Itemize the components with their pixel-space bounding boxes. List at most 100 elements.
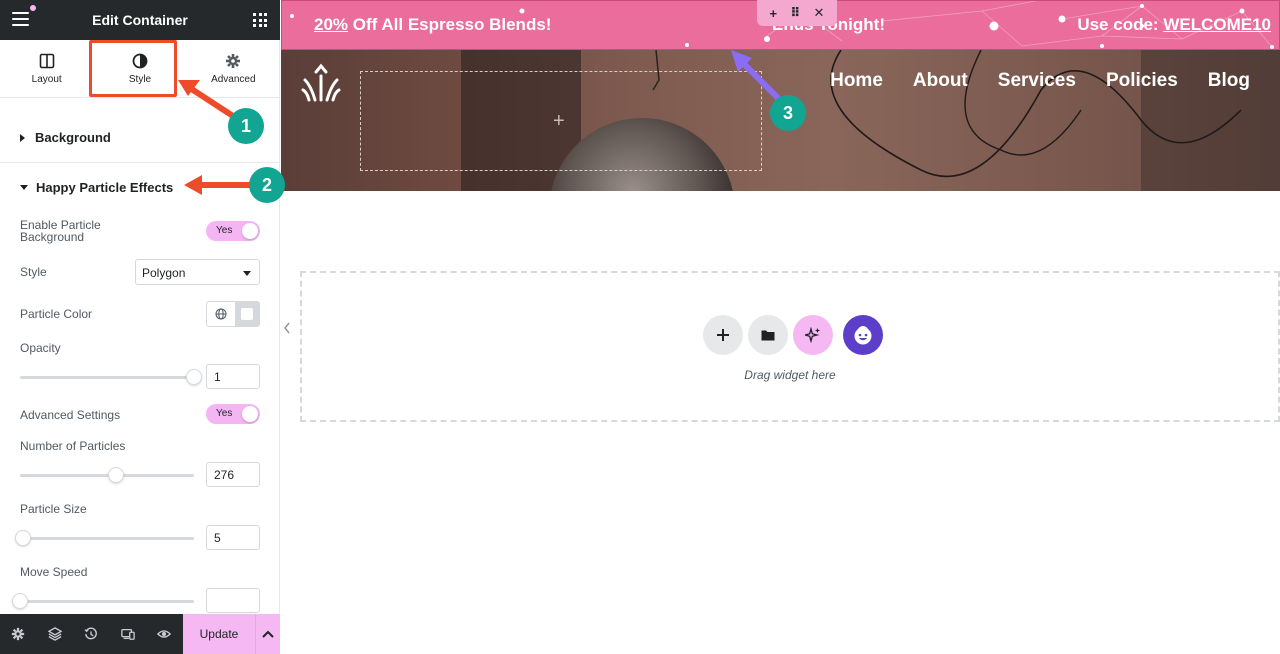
nav-blog[interactable]: Blog xyxy=(1208,70,1250,92)
empty-container-placeholder[interactable]: + xyxy=(360,71,762,171)
slider-track xyxy=(20,600,194,603)
history-icon xyxy=(84,627,98,640)
slider-thumb[interactable] xyxy=(15,530,32,546)
happy-face-icon xyxy=(854,326,872,345)
update-button[interactable]: Update xyxy=(183,614,255,654)
layers-icon xyxy=(47,627,62,641)
number-of-particles-input[interactable] xyxy=(206,462,260,487)
sparkles-icon xyxy=(805,327,820,343)
eye-icon xyxy=(157,630,172,638)
move-speed-label: Move Speed xyxy=(20,565,88,579)
swatch-white xyxy=(241,308,253,320)
delete-container-icon[interactable]: ✕ xyxy=(814,5,825,21)
style-select[interactable]: Polygon xyxy=(135,259,260,285)
half-circle-icon xyxy=(132,53,148,68)
nav-about[interactable]: About xyxy=(913,70,968,92)
globe-icon xyxy=(215,308,227,320)
slider-track xyxy=(20,376,194,379)
caret-down-icon xyxy=(20,184,28,190)
annotation-badge-1: 1 xyxy=(228,108,264,144)
ai-generate-button[interactable] xyxy=(793,315,833,355)
editor-panel: Edit Container Layout Style Advanced Bac… xyxy=(0,0,280,654)
promo-offer: Off All Espresso Blends! xyxy=(348,15,552,34)
slider-thumb[interactable] xyxy=(186,369,202,385)
panel-title: Edit Container xyxy=(92,12,188,28)
opacity-label: Opacity xyxy=(20,341,61,355)
layout-icon xyxy=(39,53,54,68)
enable-particle-label: Enable Particle Background xyxy=(20,218,101,244)
slider-track xyxy=(20,537,194,540)
responsive-icon xyxy=(120,628,135,640)
number-of-particles-label: Number of Particles xyxy=(20,439,126,453)
widget-drop-zone[interactable]: Drag widget here xyxy=(300,271,1280,422)
caret-right-icon xyxy=(20,133,25,142)
section-particles-title: Happy Particle Effects xyxy=(36,179,174,195)
annotation-badge-3: 3 xyxy=(770,95,806,131)
main-navigation: Home About Services Policies Blog xyxy=(830,70,1250,92)
particle-size-slider[interactable] xyxy=(15,528,194,548)
tab-advanced[interactable]: Advanced xyxy=(187,40,280,97)
responsive-mode-button[interactable] xyxy=(110,614,147,654)
particle-color-control xyxy=(206,301,260,327)
enable-particle-toggle-text: Yes xyxy=(216,225,233,236)
add-element-plus-icon[interactable]: + xyxy=(553,110,565,133)
history-button[interactable] xyxy=(73,614,110,654)
nav-services[interactable]: Services xyxy=(998,70,1076,92)
promo-discount-text: 20% Off All Espresso Blends! xyxy=(314,15,551,35)
drag-handle-icon[interactable]: ⠿ xyxy=(790,5,800,21)
section-happy-particle-effects[interactable]: Happy Particle Effects xyxy=(0,162,280,212)
nav-home[interactable]: Home xyxy=(830,70,883,92)
site-logo-icon[interactable] xyxy=(301,62,341,102)
slider-thumb[interactable] xyxy=(12,593,28,609)
gear-icon xyxy=(12,627,25,641)
enable-particle-toggle[interactable]: Yes xyxy=(206,221,260,241)
chevron-left-icon xyxy=(284,322,290,334)
promo-code-prefix: Use code: xyxy=(1077,15,1164,34)
tab-style[interactable]: Style xyxy=(93,40,186,97)
move-speed-slider[interactable] xyxy=(12,591,194,611)
opacity-slider[interactable] xyxy=(20,367,202,387)
particle-color-label: Particle Color xyxy=(20,307,93,321)
chevron-up-icon xyxy=(262,630,274,638)
drag-widget-hint: Drag widget here xyxy=(744,368,836,382)
promo-percent[interactable]: 20% xyxy=(314,15,348,34)
container-handle-toolbar: + ⠿ ✕ xyxy=(757,0,837,26)
add-element-icon[interactable]: + xyxy=(770,6,778,21)
global-colors-button[interactable] xyxy=(207,302,235,326)
folder-icon xyxy=(761,330,775,341)
style-label: Style xyxy=(20,265,47,279)
toggle-knob xyxy=(242,406,258,422)
collapse-panel-handle[interactable] xyxy=(280,314,294,342)
hamburger-menu-icon[interactable] xyxy=(12,12,29,26)
number-of-particles-slider[interactable] xyxy=(20,465,194,485)
dropdown-arrow-icon xyxy=(243,271,251,276)
particle-size-label: Particle Size xyxy=(20,502,87,516)
widgets-grid-icon[interactable] xyxy=(253,13,267,27)
style-select-value: Polygon xyxy=(142,266,186,280)
add-template-button[interactable] xyxy=(748,315,788,355)
happy-addons-templates-button[interactable] xyxy=(843,315,883,355)
panel-header: Edit Container xyxy=(0,0,280,40)
promo-code-text: Use code: WELCOME10 xyxy=(1077,15,1271,35)
opacity-input[interactable] xyxy=(206,364,260,389)
preview-button[interactable] xyxy=(146,614,183,654)
settings-button[interactable] xyxy=(0,614,37,654)
promo-code[interactable]: WELCOME10 xyxy=(1163,15,1271,34)
advanced-settings-toggle[interactable]: Yes xyxy=(206,404,260,424)
advanced-settings-label: Advanced Settings xyxy=(20,408,121,422)
tab-layout-label: Layout xyxy=(31,73,62,85)
nav-policies[interactable]: Policies xyxy=(1106,70,1178,92)
tab-layout[interactable]: Layout xyxy=(0,40,93,97)
slider-thumb[interactable] xyxy=(107,467,124,483)
panel-footer: Update xyxy=(0,614,280,654)
annotation-badge-2: 2 xyxy=(249,167,285,203)
move-speed-input[interactable] xyxy=(206,588,260,613)
plus-icon xyxy=(717,329,729,341)
advanced-toggle-text: Yes xyxy=(216,408,233,419)
update-options-button[interactable] xyxy=(255,614,280,654)
navigator-button[interactable] xyxy=(37,614,74,654)
color-swatch[interactable] xyxy=(235,302,259,326)
particle-size-input[interactable] xyxy=(206,525,260,550)
add-new-container-button[interactable] xyxy=(703,315,743,355)
gear-icon xyxy=(226,53,241,68)
